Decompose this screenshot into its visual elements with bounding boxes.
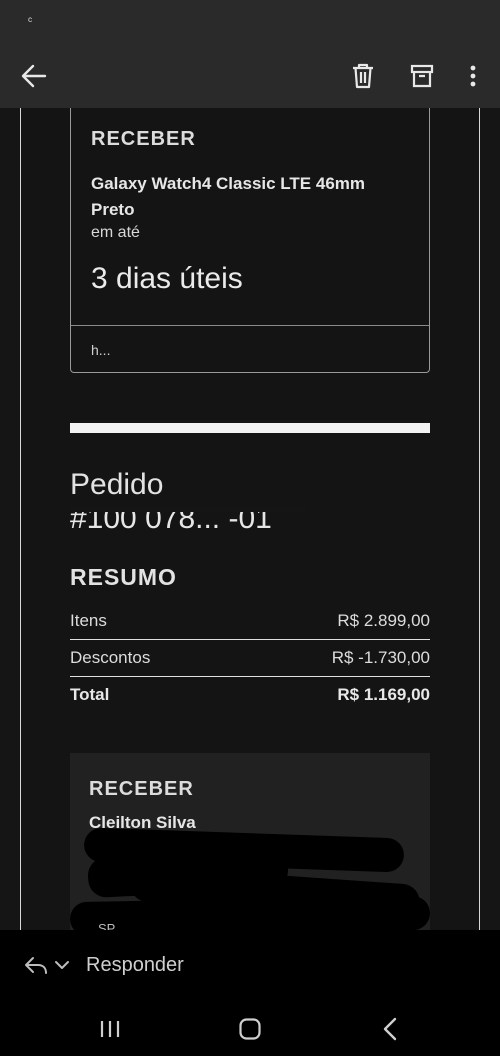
summary-label: Descontos xyxy=(70,648,151,667)
summary-heading: RESUMO xyxy=(70,564,177,590)
archive-icon xyxy=(410,64,434,88)
delivery-em-ate: em até xyxy=(91,224,140,241)
arrow-left-icon xyxy=(21,64,47,88)
delivery-card: RECEBER Galaxy Watch4 Classic LTE 46mm P… xyxy=(70,108,430,373)
recipient-card: RECEBER Cleilton Silva SP xyxy=(69,753,431,930)
home-icon xyxy=(239,1018,261,1040)
more-vertical-icon xyxy=(470,65,476,87)
section-separator-bar xyxy=(70,423,430,433)
nav-back-button[interactable] xyxy=(370,1014,410,1044)
reply-label: Responder xyxy=(86,953,184,976)
order-label: Pedido xyxy=(70,468,164,501)
chevron-down-icon[interactable] xyxy=(54,959,70,971)
summary-row-total: Total R$ 1.169,00 xyxy=(70,677,430,713)
archive-button[interactable] xyxy=(404,58,440,94)
recipient-heading: RECEBER xyxy=(89,778,194,800)
order-number: #100 078... -01 xyxy=(70,502,400,536)
status-indicator: ᶜ xyxy=(28,14,33,28)
top-app-bar: ᶜ xyxy=(0,0,500,108)
reply-button[interactable]: Responder xyxy=(24,950,184,980)
nav-back-icon xyxy=(383,1017,397,1041)
trash-icon xyxy=(353,63,373,89)
order-number-redaction xyxy=(70,506,305,512)
summary-value: R$ 2.899,00 xyxy=(337,611,430,630)
recents-button[interactable] xyxy=(90,1014,130,1044)
summary-label: Total xyxy=(70,685,110,704)
delivery-footer-text: h... xyxy=(91,342,111,358)
reply-icon xyxy=(25,957,47,974)
redaction-scribble xyxy=(69,895,431,930)
home-button[interactable] xyxy=(230,1014,270,1044)
email-body[interactable]: RECEBER Galaxy Watch4 Classic LTE 46mm P… xyxy=(0,108,500,930)
back-button[interactable] xyxy=(16,58,52,94)
summary-row-descontos: Descontos R$ -1.730,00 xyxy=(70,640,430,676)
delivery-heading: RECEBER xyxy=(91,128,196,150)
card-divider xyxy=(71,325,429,326)
recents-icon xyxy=(100,1021,120,1037)
bottom-bar: Responder xyxy=(0,930,500,1056)
summary-value: R$ -1.730,00 xyxy=(331,648,430,667)
summary-label: Itens xyxy=(70,611,107,630)
delete-button[interactable] xyxy=(345,58,381,94)
summary-value: R$ 1.169,00 xyxy=(337,685,430,704)
delivery-days: 3 dias úteis xyxy=(91,262,243,295)
product-name: Galaxy Watch4 Classic LTE 46mm Preto xyxy=(91,174,366,219)
summary-row-itens: Itens R$ 2.899,00 xyxy=(70,603,430,639)
recipient-partial-text: SP xyxy=(98,921,116,930)
more-options-button[interactable] xyxy=(455,58,491,94)
